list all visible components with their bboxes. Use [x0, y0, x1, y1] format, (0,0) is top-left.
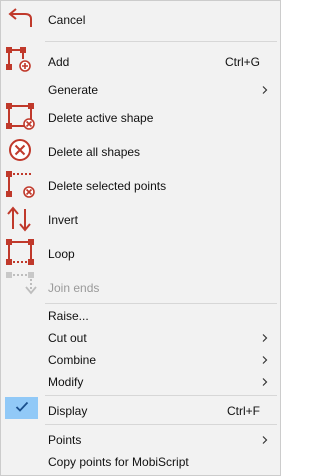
submenu-arrow-icon [262, 334, 268, 342]
separator [45, 303, 277, 304]
menu-item-label: Delete selected points [48, 179, 167, 193]
menu-item-label: Join ends [48, 281, 100, 295]
submenu-arrow-icon [262, 378, 268, 386]
menu-item-label: Delete active shape [48, 111, 154, 125]
menu-item-label: Modify [48, 375, 84, 389]
join-ends-icon [6, 272, 37, 295]
delete-points-icon [6, 171, 35, 198]
shortcut-text: Ctrl+F [227, 404, 260, 418]
submenu-arrow-icon [262, 356, 268, 364]
delete-all-icon [9, 139, 31, 161]
menu-item-label: Combine [48, 353, 97, 367]
menu-item-label: Raise... [48, 309, 89, 323]
separator [45, 41, 277, 42]
submenu-arrow-icon [262, 86, 268, 94]
context-menu: Cancel Add Ctrl+G Generate Delete active… [0, 0, 281, 476]
menu-item-label: Generate [48, 83, 99, 97]
undo-arrow-icon [8, 8, 32, 27]
menu-item-label: Add [48, 55, 70, 69]
menu-item-label: Cut out [48, 331, 87, 345]
menu-item-label: Cancel [48, 13, 86, 27]
separator [45, 395, 277, 396]
loop-shape-icon [6, 239, 34, 265]
add-shape-icon [6, 47, 31, 72]
submenu-arrow-icon [262, 436, 268, 444]
menu-item-label: Invert [48, 213, 79, 227]
shortcut-text: Ctrl+G [224, 55, 260, 69]
checkmark-icon [15, 401, 29, 412]
menu-item-label: Points [48, 433, 82, 447]
menu-item-label: Copy points for MobiScript [48, 455, 189, 469]
menu-item-label: Loop [48, 247, 75, 261]
delete-active-shape-icon [6, 103, 35, 130]
menu-item-label: Delete all shapes [48, 145, 141, 159]
invert-arrows-icon [7, 206, 31, 232]
separator [45, 424, 277, 425]
menu-item-label: Display [48, 404, 88, 418]
